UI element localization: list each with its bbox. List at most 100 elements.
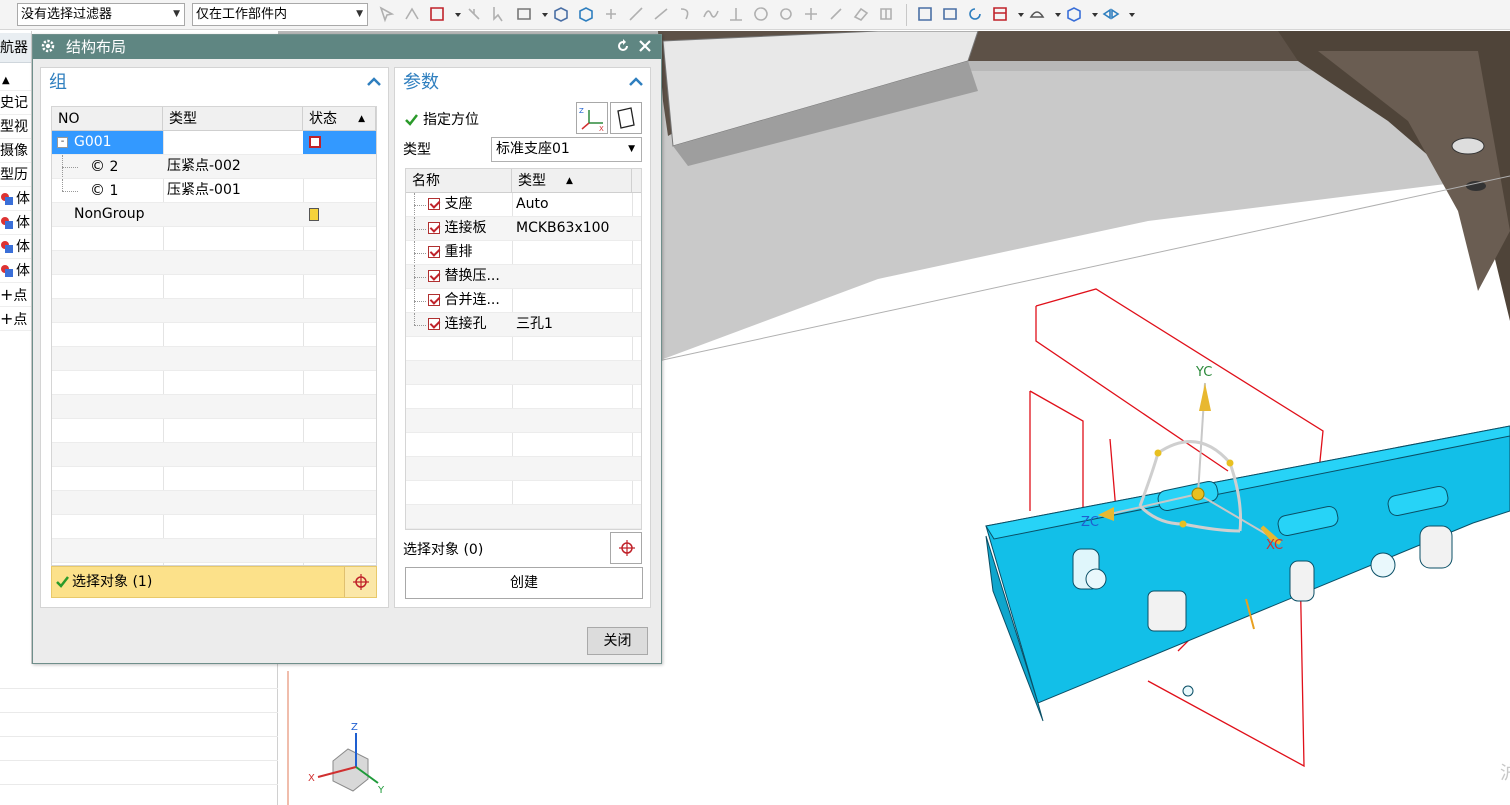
collapse-icon[interactable] xyxy=(628,74,644,90)
selection-scope-value: 仅在工作部件内 xyxy=(196,7,288,22)
checkbox-checked[interactable] xyxy=(428,222,440,234)
csys-point-handle[interactable] xyxy=(1179,520,1187,528)
nav-item-point[interactable]: +点 xyxy=(0,307,31,331)
line2-icon[interactable] xyxy=(652,5,670,23)
orientation-view-button[interactable] xyxy=(610,102,642,134)
circle-icon[interactable] xyxy=(752,5,770,23)
type-dropdown[interactable]: 标准支座01 ▼ xyxy=(491,137,642,162)
table-row[interactable]: 重排 xyxy=(406,241,641,265)
checkbox-checked[interactable] xyxy=(428,198,440,210)
plus-icon: + xyxy=(0,309,14,328)
table-row[interactable]: NonGroup xyxy=(52,203,376,227)
filter-feature-icon[interactable] xyxy=(428,5,446,23)
drop-arrow-icon[interactable] xyxy=(453,5,463,23)
table-row[interactable]: © 1 压紧点-001 xyxy=(52,179,376,203)
csys-origin-handle[interactable] xyxy=(1191,487,1205,501)
nav-item-body[interactable]: 体 xyxy=(0,259,31,283)
params-select-object-button[interactable] xyxy=(610,532,642,564)
table-row[interactable]: 合并连... xyxy=(406,289,641,313)
table-row[interactable]: © 2 压紧点-002 xyxy=(52,155,376,179)
nav-item-cameras[interactable]: 摄像 xyxy=(0,139,31,163)
csys-dialog-button[interactable]: Z X xyxy=(576,102,608,134)
drop-arrow-icon[interactable] xyxy=(1053,5,1063,23)
line-icon[interactable] xyxy=(627,5,645,23)
shaded-cube-icon[interactable] xyxy=(1065,5,1083,23)
plus-icon[interactable] xyxy=(802,5,820,23)
select-icon[interactable] xyxy=(378,5,396,23)
pick-icon[interactable] xyxy=(465,5,483,23)
table-row[interactable]: 替换压... xyxy=(406,265,641,289)
surface-icon[interactable] xyxy=(852,5,870,23)
layout-icon[interactable] xyxy=(991,5,1009,23)
selection-filter-dropdown[interactable]: 没有选择过滤器 ▼ xyxy=(17,3,185,26)
drop-arrow-icon[interactable] xyxy=(1090,5,1100,23)
chevron-down-icon: ▼ xyxy=(356,9,363,19)
table-row[interactable]: 连接孔 三孔1 xyxy=(406,313,641,337)
snap-icon[interactable] xyxy=(403,5,421,23)
col-header-type[interactable]: 类型 ▲ xyxy=(512,169,632,193)
perp-icon[interactable] xyxy=(727,5,745,23)
table-row-empty xyxy=(52,443,376,467)
table-row[interactable]: - G001 xyxy=(52,131,376,155)
circle-center-icon[interactable] xyxy=(777,5,795,23)
nav-item-body[interactable]: 体 xyxy=(0,211,31,235)
close-icon[interactable] xyxy=(637,38,653,54)
selection-scope-dropdown[interactable]: 仅在工作部件内 ▼ xyxy=(192,3,368,26)
params-panel-header[interactable]: 参数 xyxy=(395,68,650,98)
spline-icon[interactable] xyxy=(702,5,720,23)
body-feature-icon xyxy=(1,193,13,205)
col-header-name[interactable]: 名称 xyxy=(406,169,512,193)
curve-icon[interactable] xyxy=(677,5,695,23)
view-fit-icon[interactable] xyxy=(916,5,934,23)
csys-point-handle[interactable] xyxy=(1154,449,1162,457)
col-header-status[interactable]: 状态 ▲ xyxy=(303,107,376,131)
drop-arrow-icon[interactable] xyxy=(1016,5,1026,23)
create-button[interactable]: 创建 xyxy=(405,567,643,599)
table-row[interactable]: 连接板 MCKB63x100 xyxy=(406,217,641,241)
nav-expander[interactable]: ▲ xyxy=(0,67,31,91)
show-hide-icon[interactable] xyxy=(1102,5,1120,23)
cell-text: 替换压... xyxy=(444,268,500,284)
view-box-icon[interactable] xyxy=(577,5,595,23)
rect-select-icon[interactable] xyxy=(515,5,533,23)
nav-item-model-history[interactable]: 型历 xyxy=(0,163,31,187)
close-button[interactable]: 关闭 xyxy=(587,627,648,655)
checkbox-checked[interactable] xyxy=(428,318,440,330)
navigator-tab[interactable]: 航器 xyxy=(0,33,31,63)
collapse-icon[interactable] xyxy=(366,74,382,90)
nav-item-body[interactable]: 体 xyxy=(0,187,31,211)
table-row[interactable]: 支座 Auto xyxy=(406,193,641,217)
group-select-object-row[interactable]: 选择对象 (1) xyxy=(51,566,377,598)
group-panel-header[interactable]: 组 xyxy=(41,68,388,98)
nav-item-point[interactable]: +点 xyxy=(0,283,31,307)
csys-point-handle[interactable] xyxy=(1226,459,1234,467)
rotate-icon[interactable] xyxy=(966,5,984,23)
checkbox-checked[interactable] xyxy=(428,246,440,258)
render-style-icon[interactable] xyxy=(1028,5,1046,23)
col-header-no[interactable]: NO xyxy=(52,107,163,131)
nav-item-history[interactable]: 史记 xyxy=(0,91,31,115)
part-window xyxy=(1147,590,1187,632)
checkbox-checked[interactable] xyxy=(428,270,440,282)
rotation-handle[interactable] xyxy=(1157,440,1232,464)
drop-arrow-icon[interactable] xyxy=(540,5,550,23)
gear-icon xyxy=(41,39,55,53)
dialog-title-bar[interactable]: 结构布局 xyxy=(33,35,661,59)
nav-item-model-views[interactable]: 型视 xyxy=(0,115,31,139)
drop-arrow-icon[interactable] xyxy=(1127,5,1137,23)
collapse-toggle-icon[interactable]: - xyxy=(57,137,68,148)
nav-item-body[interactable]: 体 xyxy=(0,235,31,259)
points-icon[interactable] xyxy=(602,5,620,23)
cursor-icon[interactable] xyxy=(490,5,508,23)
sort-ascending-icon: ▲ xyxy=(358,114,365,124)
table-row-empty xyxy=(52,299,376,323)
checkbox-checked[interactable] xyxy=(428,294,440,306)
reset-icon[interactable] xyxy=(615,38,631,54)
view-window-icon[interactable] xyxy=(941,5,959,23)
cell-type xyxy=(163,131,303,154)
group-select-object-button[interactable] xyxy=(344,567,376,597)
view-shaded-icon[interactable] xyxy=(552,5,570,23)
slash-icon[interactable] xyxy=(827,5,845,23)
grid-icon[interactable] xyxy=(877,5,895,23)
col-header-type[interactable]: 类型 xyxy=(163,107,303,131)
